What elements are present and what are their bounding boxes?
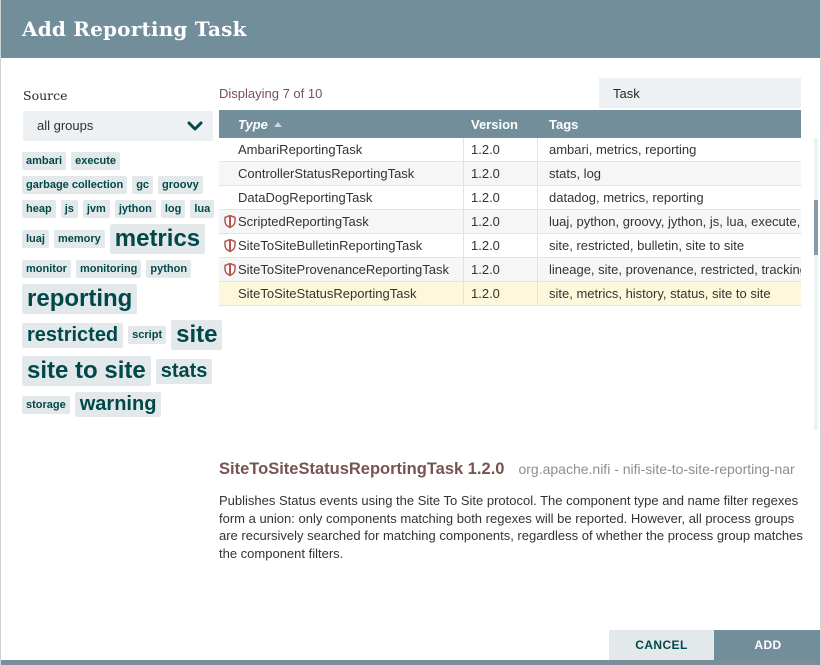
cell-tags: ambari, metrics, reporting — [538, 138, 801, 161]
tag-cloud-item[interactable]: script — [128, 326, 166, 344]
tag-cloud-item[interactable]: python — [146, 260, 191, 278]
cell-tags: site, restricted, bulletin, site to site — [538, 234, 801, 257]
cell-tags: stats, log — [538, 162, 801, 185]
cell-version: 1.2.0 — [464, 282, 538, 305]
add-button[interactable]: ADD — [714, 630, 821, 660]
restricted-shield-icon — [224, 215, 236, 228]
cell-type: SiteToSiteProvenanceReportingTask — [219, 258, 464, 281]
table-row[interactable]: ScriptedReportingTask 1.2.0luaj, python, … — [219, 210, 801, 234]
tag-cloud-item[interactable]: jython — [115, 200, 156, 218]
cell-tags: luaj, python, groovy, jython, js, lua, e… — [538, 210, 801, 233]
cell-type: SiteToSiteStatusReportingTask — [219, 282, 464, 305]
cell-tags: site, metrics, history, status, site to … — [538, 282, 801, 305]
tag-cloud-item[interactable]: garbage collection — [22, 176, 127, 194]
cancel-button[interactable]: CANCEL — [609, 630, 714, 660]
selected-task-bundle: org.apache.nifi - nifi-site-to-site-repo… — [518, 461, 794, 477]
tag-cloud-item[interactable]: stats — [156, 359, 213, 384]
cell-type: DataDogReportingTask — [219, 186, 464, 209]
table-row[interactable]: ControllerStatusReportingTask 1.2.0stats,… — [219, 162, 801, 186]
table-row[interactable]: SiteToSiteStatusReportingTask 1.2.0site, … — [219, 282, 801, 306]
tag-cloud-item[interactable]: restricted — [22, 323, 123, 348]
tag-cloud-item[interactable]: storage — [22, 396, 70, 414]
table-row[interactable]: SiteToSiteProvenanceReportingTask 1.2.0li… — [219, 258, 801, 282]
table-row[interactable]: SiteToSiteBulletinReportingTask 1.2.0site… — [219, 234, 801, 258]
cell-tags: datadog, metrics, reporting — [538, 186, 801, 209]
tag-cloud-item[interactable]: js — [61, 200, 78, 218]
selected-task-title: SiteToSiteStatusReportingTask 1.2.0 — [219, 460, 504, 479]
task-type-name: SiteToSiteProvenanceReportingTask — [238, 262, 449, 277]
tag-cloud-item[interactable]: lua — [190, 200, 214, 218]
task-type-name: ControllerStatusReportingTask — [238, 166, 414, 181]
tag-cloud-item[interactable]: monitor — [22, 260, 71, 278]
tag-cloud-item[interactable]: log — [161, 200, 186, 218]
task-type-name: SiteToSiteBulletinReportingTask — [238, 238, 422, 253]
results-table-body: AmbariReportingTask1.2.0ambari, metrics,… — [219, 138, 801, 306]
tag-cloud-item[interactable]: warning — [75, 392, 162, 417]
displaying-count: Displaying 7 of 10 — [219, 86, 322, 101]
tag-cloud-item[interactable]: memory — [54, 230, 105, 248]
tag-cloud-item[interactable]: monitoring — [76, 260, 141, 278]
tag-cloud-item[interactable]: heap — [22, 200, 56, 218]
restricted-shield-icon — [224, 239, 236, 252]
tag-cloud-item[interactable]: execute — [71, 152, 120, 170]
results-table: Type Version Tags AmbariReportingTask 1.2… — [219, 110, 801, 306]
tag-cloud-item[interactable]: groovy — [158, 176, 203, 194]
tag-cloud-item[interactable]: site to site — [22, 356, 151, 386]
chevron-down-icon — [187, 119, 203, 138]
cell-version: 1.2.0 — [464, 162, 538, 185]
cell-version: 1.2.0 — [464, 186, 538, 209]
source-group-value: all groups — [37, 111, 93, 141]
cell-tags: lineage, site, provenance, restricted, t… — [538, 258, 801, 281]
source-label: Source — [23, 88, 68, 103]
cell-version: 1.2.0 — [464, 210, 538, 233]
tag-cloud: ambari execute garbage collection gc groovy h… — [22, 152, 227, 417]
task-type-name: ScriptedReportingTask — [238, 214, 369, 229]
cell-type: ScriptedReportingTask — [219, 210, 464, 233]
scrollbar-thumb[interactable] — [814, 200, 818, 255]
column-header-type[interactable]: Type — [219, 117, 464, 132]
selected-task-header: SiteToSiteStatusReportingTask 1.2.0 org.… — [219, 460, 795, 479]
cell-type: ControllerStatusReportingTask — [219, 162, 464, 185]
dialog-title: Add Reporting Task — [22, 0, 247, 58]
sort-ascending-icon — [274, 122, 282, 127]
selected-task-description: Publishes Status events using the Site T… — [219, 492, 809, 562]
task-type-name: AmbariReportingTask — [238, 142, 362, 157]
tag-cloud-item[interactable]: site — [171, 320, 222, 350]
tag-cloud-item[interactable]: ambari — [22, 152, 66, 170]
column-header-version[interactable]: Version — [464, 117, 538, 132]
tag-cloud-item[interactable]: luaj — [22, 230, 49, 248]
dialog-bottom-edge — [1, 660, 820, 665]
dialog-header: Add Reporting Task — [1, 0, 820, 58]
tag-cloud-item[interactable]: gc — [132, 176, 153, 194]
restricted-shield-icon — [224, 263, 236, 276]
tag-cloud-item[interactable]: reporting — [22, 284, 137, 314]
source-group-select[interactable]: all groups — [23, 111, 213, 141]
add-reporting-task-dialog: Add Reporting Task Source all groups amb… — [0, 0, 821, 665]
cell-type: AmbariReportingTask — [219, 138, 464, 161]
table-header-row: Type Version Tags — [219, 110, 801, 138]
scrollbar-track[interactable] — [814, 138, 818, 430]
cell-version: 1.2.0 — [464, 138, 538, 161]
table-row[interactable]: AmbariReportingTask 1.2.0ambari, metrics,… — [219, 138, 801, 162]
cell-version: 1.2.0 — [464, 234, 538, 257]
table-row[interactable]: DataDogReportingTask 1.2.0datadog, metric… — [219, 186, 801, 210]
task-type-name: SiteToSiteStatusReportingTask — [238, 286, 416, 301]
tag-cloud-item[interactable]: metrics — [110, 224, 205, 254]
task-type-name: DataDogReportingTask — [238, 190, 372, 205]
cell-version: 1.2.0 — [464, 258, 538, 281]
tag-cloud-item[interactable]: jvm — [83, 200, 110, 218]
filter-input[interactable] — [599, 78, 801, 108]
cell-type: SiteToSiteBulletinReportingTask — [219, 234, 464, 257]
column-header-tags[interactable]: Tags — [538, 117, 801, 132]
